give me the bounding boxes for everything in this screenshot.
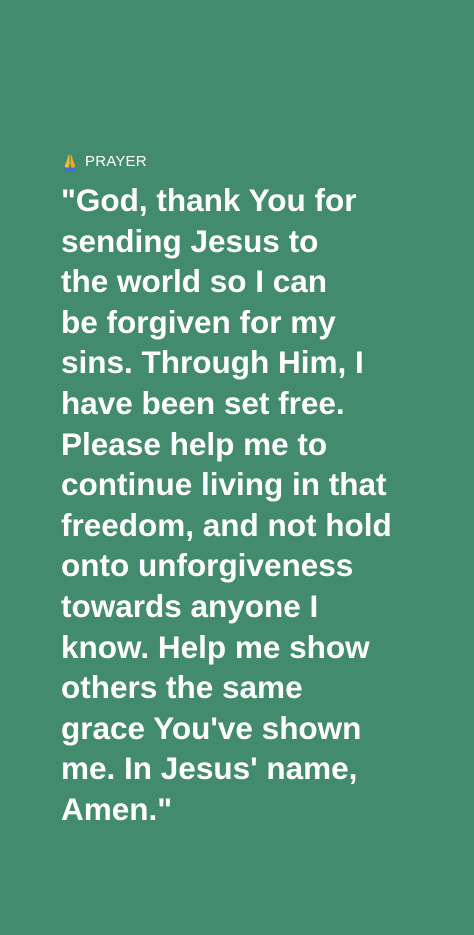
prayer-line: onto unforgiveness bbox=[61, 547, 354, 584]
prayer-line: continue living in that bbox=[61, 466, 387, 503]
prayer-line: "God, thank You for bbox=[61, 182, 357, 218]
prayer-line: sending Jesus to bbox=[61, 222, 319, 259]
prayer-label: PRAYER bbox=[61, 152, 147, 172]
prayer-text: "God, thank You for sending Jesus to the… bbox=[61, 180, 441, 830]
prayer-line: sins. Through Him, I bbox=[61, 344, 364, 381]
prayer-line: the world so I can bbox=[61, 263, 328, 300]
prayer-line: Amen." bbox=[61, 790, 173, 827]
prayer-line: towards anyone I bbox=[61, 587, 319, 624]
folded-hands-icon bbox=[61, 152, 79, 172]
prayer-line: Please help me to bbox=[61, 425, 328, 462]
prayer-line: me. In Jesus' name, bbox=[61, 750, 358, 787]
prayer-line: know. Help me show bbox=[61, 628, 370, 665]
prayer-line: grace You've shown bbox=[61, 709, 362, 746]
prayer-card: PRAYER "God, thank You for sending Jesus… bbox=[0, 0, 474, 935]
prayer-line: have been set free. bbox=[61, 384, 345, 421]
prayer-line: freedom, and not hold bbox=[61, 506, 392, 543]
prayer-line: be forgiven for my bbox=[61, 303, 336, 340]
prayer-line: others the same bbox=[61, 669, 303, 706]
prayer-label-text: PRAYER bbox=[85, 153, 147, 170]
